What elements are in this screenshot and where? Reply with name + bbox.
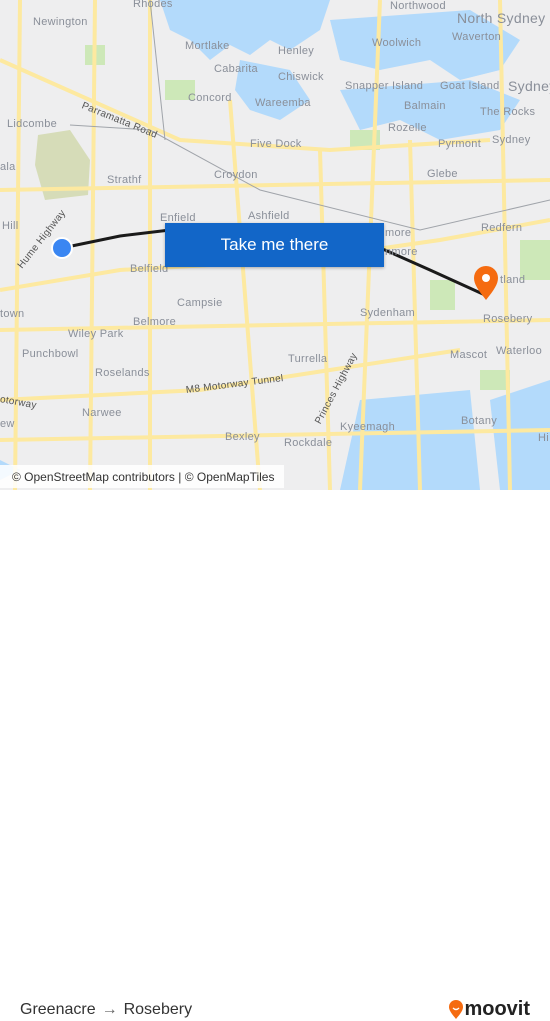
map-label: Bexley [225, 431, 260, 443]
map-label: tland [500, 274, 526, 286]
map-label: Ashfield [248, 210, 290, 222]
map-attribution[interactable]: © OpenStreetMap contributors | © OpenMap… [0, 465, 285, 488]
map-label: Waterloo [496, 345, 543, 357]
map-label: Rosebery [483, 313, 533, 325]
map-label: Cabarita [214, 63, 258, 75]
map-label: The Rocks [480, 106, 536, 118]
destination-pin-icon[interactable] [474, 266, 498, 300]
map-label: Campsie [177, 297, 223, 309]
origin-name: Greenacre [20, 1001, 96, 1018]
map-label: Belfield [130, 263, 169, 275]
map-label: Mascot [450, 349, 488, 361]
map-label: Redfern [481, 222, 523, 234]
map-label: Hill [2, 220, 19, 232]
map-label: Punchbowl [22, 348, 79, 360]
map-label: town [0, 308, 25, 320]
destination-name: Rosebery [123, 1001, 193, 1018]
map-label: Newington [33, 16, 88, 28]
map-label: Lidcombe [7, 118, 58, 130]
map-label: Sydenham [360, 307, 415, 319]
map-label: Mortlake [185, 40, 230, 52]
map-label: Sydney [508, 78, 550, 94]
map-label: ew [0, 418, 15, 430]
map-label: Hi [538, 432, 549, 444]
map-label: more [385, 227, 412, 239]
map-label: Balmain [404, 100, 446, 112]
map-label: Five Dock [250, 138, 302, 150]
map-label: Goat Island [440, 80, 500, 92]
map-label: Rozelle [388, 122, 427, 134]
map-label: Narwee [82, 407, 122, 419]
map-label: Wareemba [255, 97, 311, 109]
footer: Greenacre → Rosebery moovit [0, 490, 550, 1020]
map-label: ala [0, 161, 16, 173]
map-label: Turrella [288, 353, 328, 365]
map-label: Snapper Island [345, 80, 424, 92]
map-label: nmore [385, 246, 418, 258]
map-label: Concord [188, 92, 232, 104]
moovit-pin-icon [449, 999, 464, 1019]
map-label: Henley [278, 45, 315, 57]
route-title: Greenacre → Rosebery [20, 1001, 192, 1019]
map-label: Croydon [214, 169, 258, 181]
map[interactable]: Rhodes Northwood North Sydney Newington … [0, 0, 550, 490]
map-label: Chiswick [278, 71, 324, 83]
map-label: Pyrmont [438, 138, 482, 150]
origin-marker[interactable] [51, 237, 73, 259]
map-label: Strathf [107, 174, 142, 186]
map-label: Botany [461, 415, 498, 427]
map-label: Rockdale [284, 437, 333, 449]
map-label: Roselands [95, 367, 150, 379]
map-label: Glebe [427, 168, 458, 180]
map-label: Sydney [492, 134, 531, 146]
moovit-logo: moovit [448, 998, 530, 1021]
map-label: Waverton [452, 31, 502, 43]
map-label: Northwood [390, 0, 446, 12]
map-label: North Sydney [457, 10, 546, 26]
map-label: Rhodes [133, 0, 173, 10]
moovit-wordmark: moovit [464, 998, 530, 1020]
arrow-right-icon: → [101, 1001, 118, 1018]
map-label: Belmore [133, 316, 177, 328]
map-label: Woolwich [372, 37, 422, 49]
take-me-there-button[interactable]: Take me there [165, 223, 384, 267]
map-label: Wiley Park [68, 328, 124, 340]
map-label: Kyeemagh [340, 421, 395, 433]
